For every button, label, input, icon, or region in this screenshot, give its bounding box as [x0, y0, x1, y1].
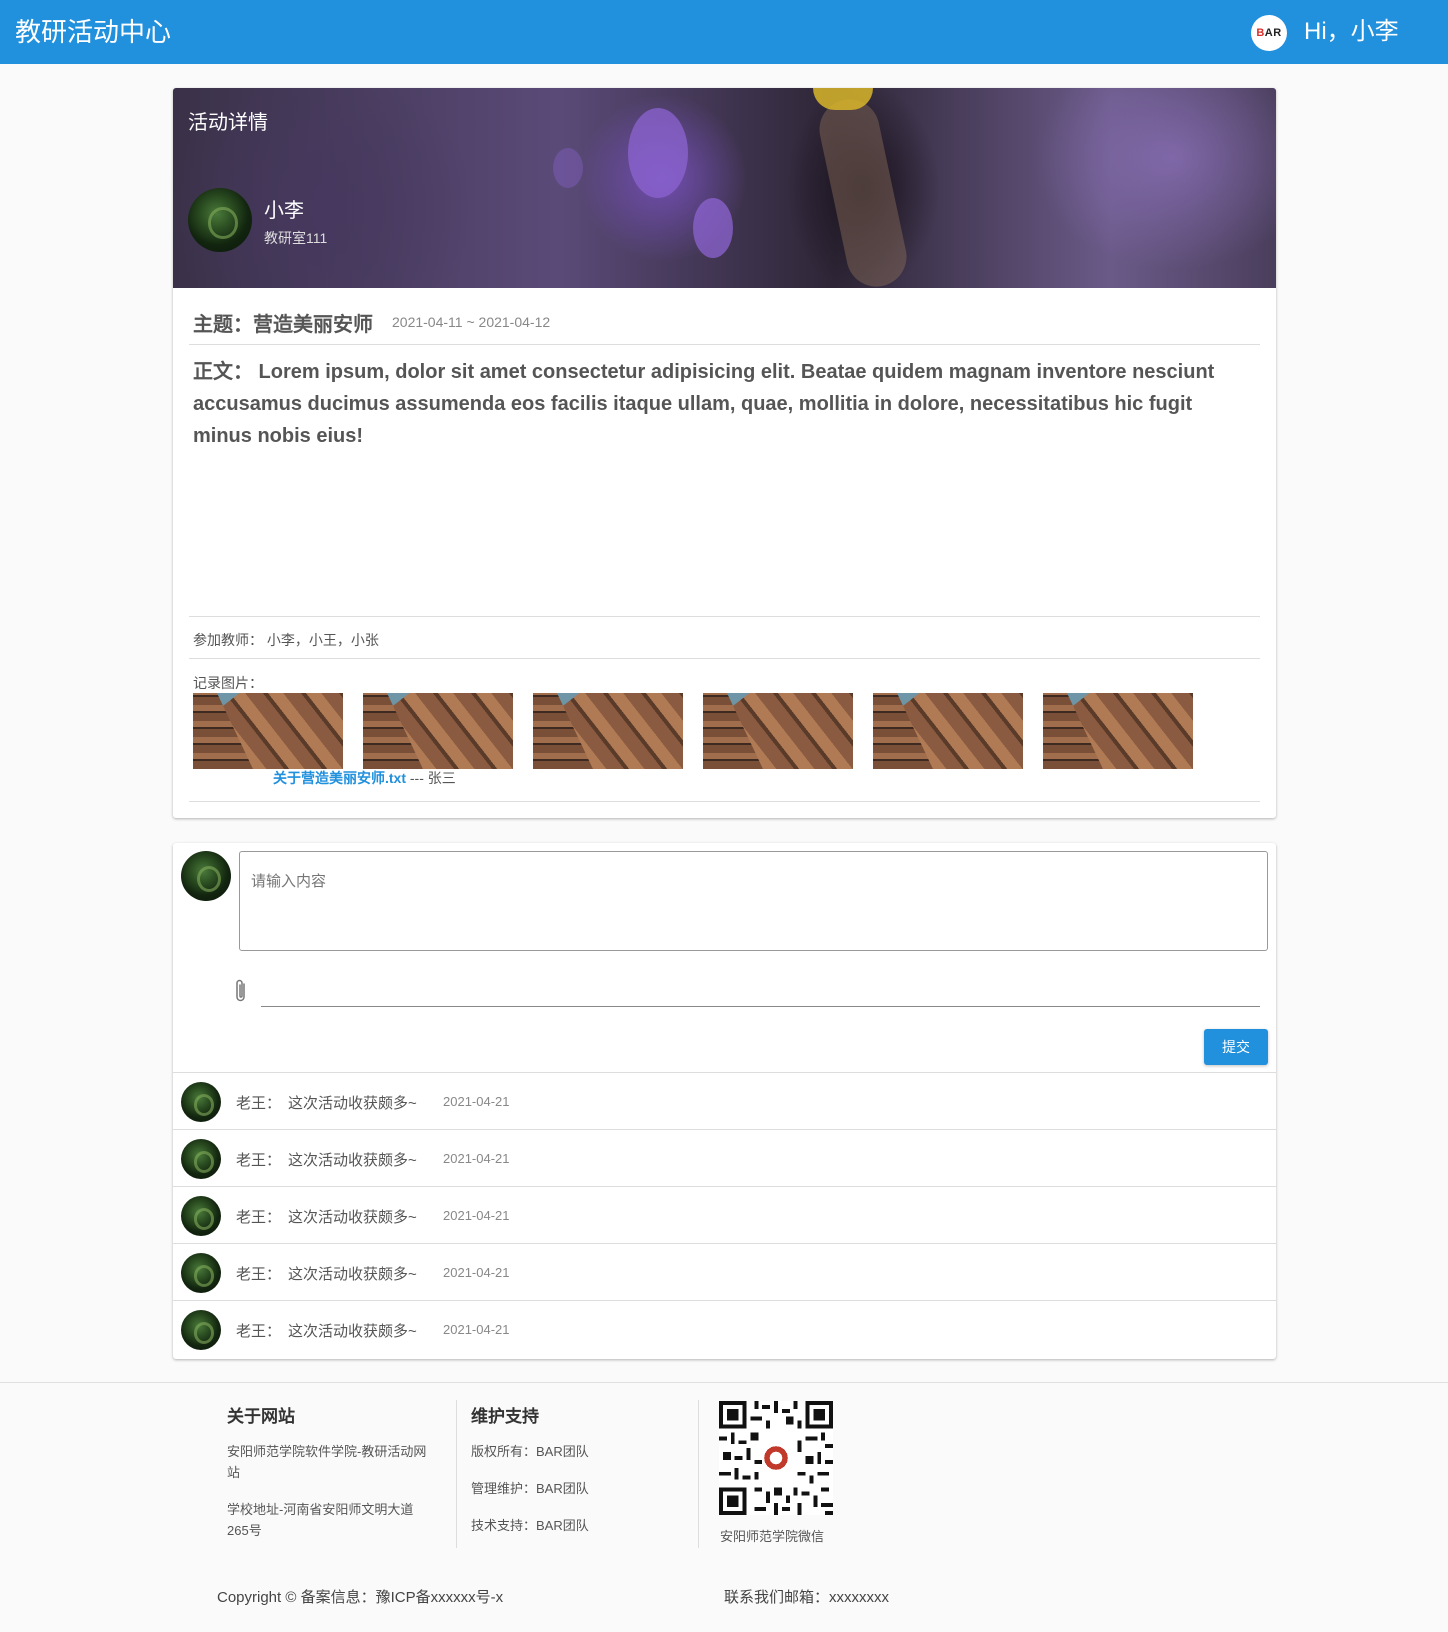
footer-address-line: 学校地址-河南省安阳师文明大道265号: [227, 1502, 414, 1538]
footer-about-line: 安阳师范学院软件学院-教研活动网站: [227, 1444, 427, 1480]
user-greeting[interactable]: Hi，小李: [1304, 16, 1399, 48]
footer-contact-email: 联系我们邮箱：xxxxxxxx: [724, 1589, 890, 1606]
record-photo[interactable]: [363, 693, 513, 769]
photos-label: 记录图片：: [193, 675, 263, 691]
comment-text: 这次活动收获颇多~: [288, 1266, 417, 1283]
organizer-avatar: [188, 188, 252, 252]
app-title[interactable]: 教研活动中心: [15, 16, 171, 48]
top-app-bar: 教研活动中心 B AR Hi，小李: [0, 0, 1448, 64]
comment-avatar: [181, 1196, 221, 1236]
record-photo[interactable]: [873, 693, 1023, 769]
comment-date: 2021-04-21: [443, 1094, 510, 1109]
comment-avatar: [181, 1082, 221, 1122]
record-photo[interactable]: [193, 693, 343, 769]
banner-flower-decoration: [693, 198, 733, 258]
activity-body: 正文： Lorem ipsum, dolor sit amet consecte…: [193, 361, 1215, 447]
divider: [189, 616, 1260, 617]
attachment-uploader: --- 张三: [406, 770, 456, 786]
submit-button[interactable]: 提交: [1204, 1029, 1268, 1065]
comment-input[interactable]: [239, 851, 1268, 951]
comment-text: 这次活动收获颇多~: [288, 1095, 417, 1112]
footer-column-divider: [698, 1400, 699, 1548]
comment-date: 2021-04-21: [443, 1151, 510, 1166]
footer-maintainer: 管理维护：BAR团队: [471, 1481, 589, 1496]
activity-subject: 主题：营造美丽安师: [193, 314, 373, 336]
banner-flower-decoration: [553, 148, 583, 188]
comments-card: 提交 老王： 这次活动收获颇多~ 2021-04-21 老王： 这次活动收获颇多…: [173, 843, 1276, 1359]
activity-banner: 活动详情 小李 教研室111: [173, 88, 1276, 288]
attachment-row: 关于营造美丽安师.txt --- 张三: [273, 768, 456, 788]
banner-flower-decoration: [628, 108, 688, 198]
comment-avatar: [181, 1139, 221, 1179]
banner-bee-wing: [813, 93, 913, 288]
footer-copyright-owner: 版权所有：BAR团队: [471, 1444, 589, 1459]
divider: [189, 801, 1260, 802]
record-photo[interactable]: [703, 693, 853, 769]
comment-author: 老王：: [236, 1266, 282, 1283]
footer-copyright: Copyright © 备案信息：豫ICP备xxxxxx号-x: [217, 1589, 504, 1606]
comment-author: 老王：: [236, 1209, 282, 1226]
comment-item: 老王： 这次活动收获颇多~ 2021-04-21: [173, 1300, 1276, 1357]
comment-item: 老王： 这次活动收获颇多~ 2021-04-21: [173, 1129, 1276, 1186]
footer-divider: [0, 1382, 1448, 1383]
comment-date: 2021-04-21: [443, 1322, 510, 1337]
comment-author: 老王：: [236, 1152, 282, 1169]
organizer-room: 教研室111: [264, 230, 328, 246]
activity-date-range: 2021-04-11 ~ 2021-04-12: [392, 314, 551, 330]
participating-teachers: 参加教师： 小李，小王，小张: [193, 632, 379, 648]
activity-detail-card: 活动详情 小李 教研室111 主题：营造美丽安师 2021-04-11 ~ 20…: [173, 88, 1276, 818]
wechat-qr-code-icon: [719, 1401, 833, 1515]
current-user-avatar: [181, 851, 231, 901]
file-input-field[interactable]: [261, 1006, 1260, 1007]
comment-author: 老王：: [236, 1095, 282, 1112]
comment-item: 老王： 这次活动收获颇多~ 2021-04-21: [173, 1072, 1276, 1129]
comment-text: 这次活动收获颇多~: [288, 1152, 417, 1169]
footer-support-title: 维护支持: [471, 1407, 539, 1426]
record-photo[interactable]: [1043, 693, 1193, 769]
comment-avatar: [181, 1310, 221, 1350]
comment-item: 老王： 这次活动收获颇多~ 2021-04-21: [173, 1243, 1276, 1300]
comment-date: 2021-04-21: [443, 1265, 510, 1280]
banner-title: 活动详情: [188, 112, 268, 134]
paperclip-icon[interactable]: [233, 978, 249, 1004]
comment-text: 这次活动收获颇多~: [288, 1323, 417, 1340]
organizer-name: 小李: [264, 200, 304, 222]
comment-author: 老王：: [236, 1323, 282, 1340]
record-photo[interactable]: [533, 693, 683, 769]
footer-column-divider: [456, 1400, 457, 1548]
comment-item: 老王： 这次活动收获颇多~ 2021-04-21: [173, 1186, 1276, 1243]
footer-about-title: 关于网站: [227, 1407, 295, 1426]
divider: [189, 344, 1260, 345]
comment-avatar: [181, 1253, 221, 1293]
comment-text: 这次活动收获颇多~: [288, 1209, 417, 1226]
comment-date: 2021-04-21: [443, 1208, 510, 1223]
footer-tech-support: 技术支持：BAR团队: [471, 1518, 589, 1533]
team-logo-icon[interactable]: B AR: [1251, 15, 1287, 51]
qr-caption: 安阳师范学院微信: [720, 1529, 825, 1544]
attachment-link[interactable]: 关于营造美丽安师.txt: [273, 770, 406, 786]
divider: [189, 658, 1260, 659]
